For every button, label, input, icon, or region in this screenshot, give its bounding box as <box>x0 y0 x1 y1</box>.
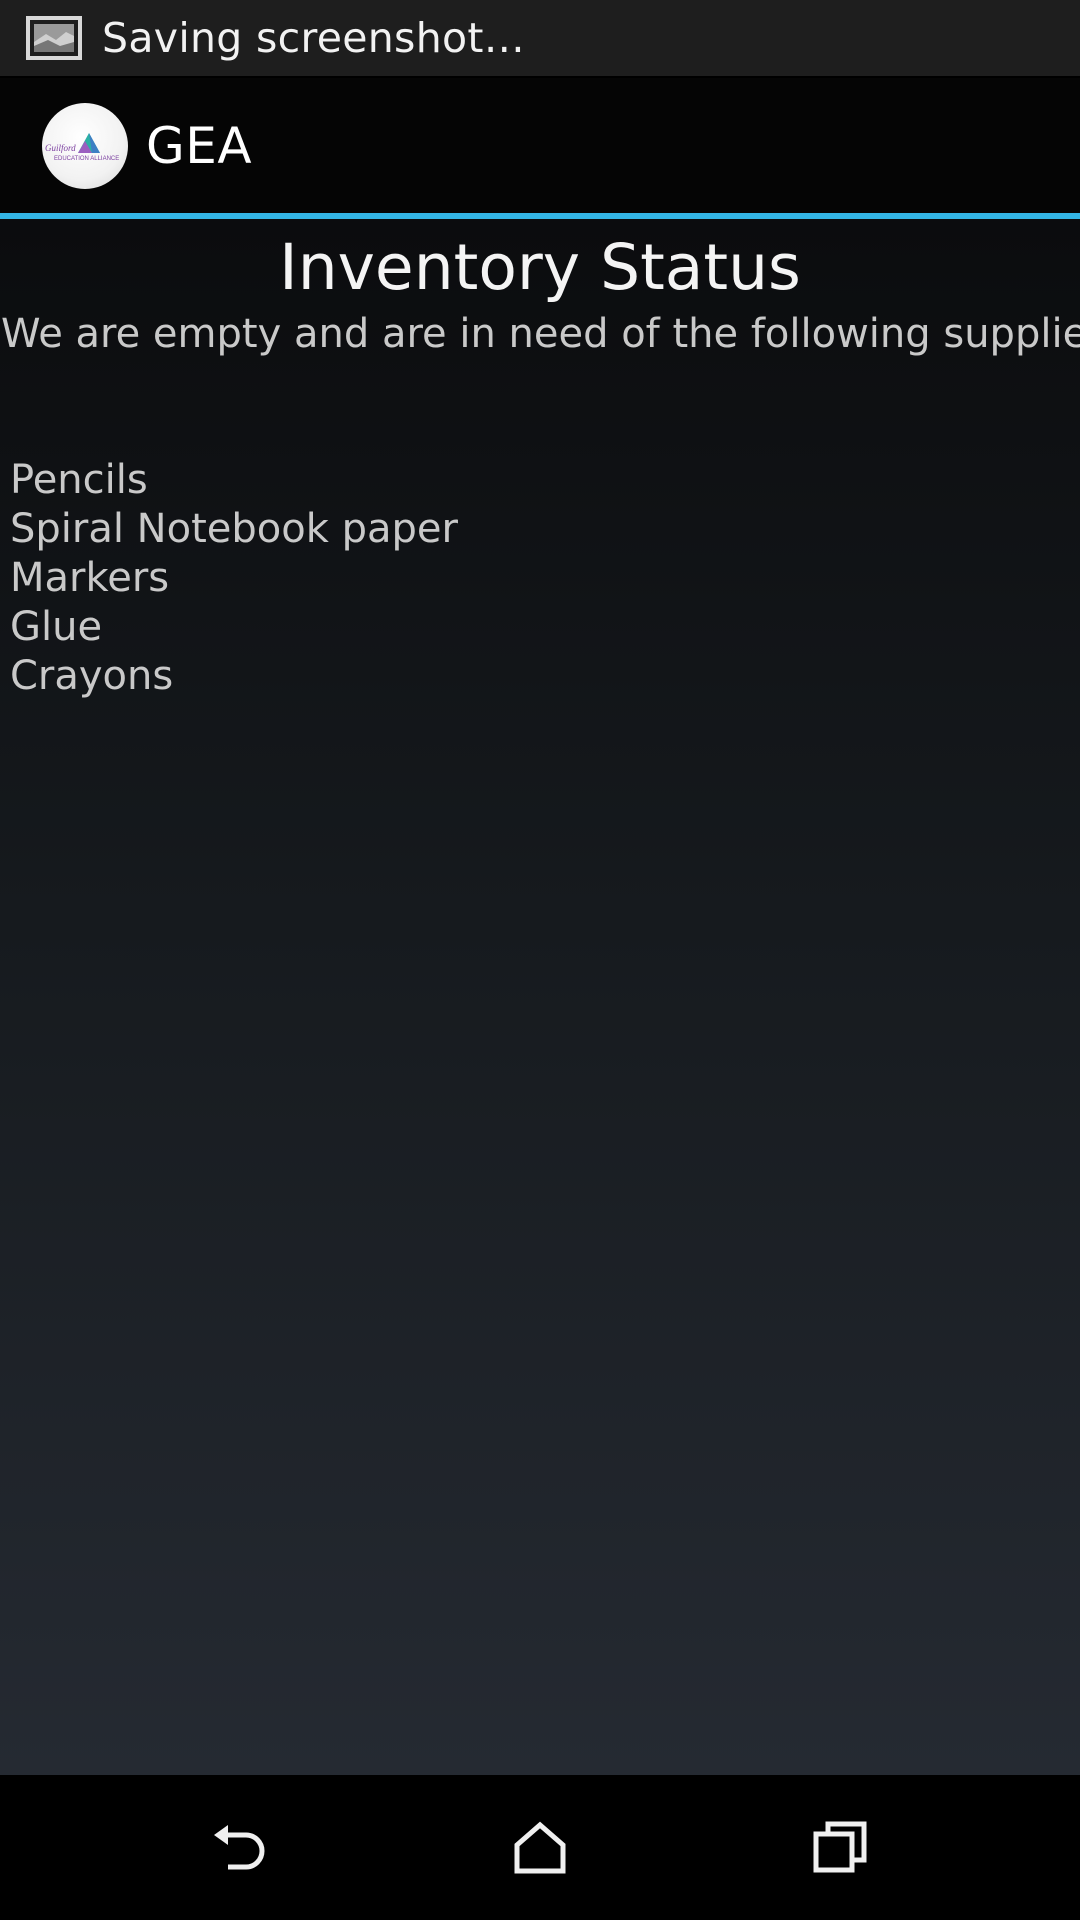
gea-logo[interactable]: Guilford EDUCATION ALLIANCE <box>42 102 128 189</box>
list-item: Markers <box>10 555 170 601</box>
list-item: Glue <box>10 604 103 650</box>
status-text: Saving screenshot… <box>102 14 526 62</box>
home-button[interactable] <box>480 1805 600 1895</box>
screenshot-icon <box>26 16 82 60</box>
recents-icon <box>812 1820 868 1880</box>
navigation-bar <box>0 1775 1080 1920</box>
supply-list: Pencils Spiral Notebook paper Markers Gl… <box>10 456 458 701</box>
back-icon <box>210 1821 270 1879</box>
status-bar: Saving screenshot… <box>0 0 1080 76</box>
page-title: Inventory Status <box>279 231 801 304</box>
list-item: Pencils <box>10 457 148 503</box>
page-subtitle: We are empty and are in need of the foll… <box>1 311 1080 357</box>
list-item: Crayons <box>10 653 174 699</box>
recents-button[interactable] <box>780 1805 900 1895</box>
back-button[interactable] <box>180 1805 300 1895</box>
app-title: GEA <box>146 116 253 175</box>
list-item: Spiral Notebook paper <box>10 506 458 552</box>
svg-text:EDUCATION ALLIANCE: EDUCATION ALLIANCE <box>54 156 119 162</box>
action-bar: Guilford EDUCATION ALLIANCE GEA <box>0 78 1080 213</box>
main-content: Inventory Status We are empty and are in… <box>0 219 1080 1775</box>
svg-text:Guilford: Guilford <box>45 143 76 153</box>
home-icon <box>512 1821 568 1879</box>
